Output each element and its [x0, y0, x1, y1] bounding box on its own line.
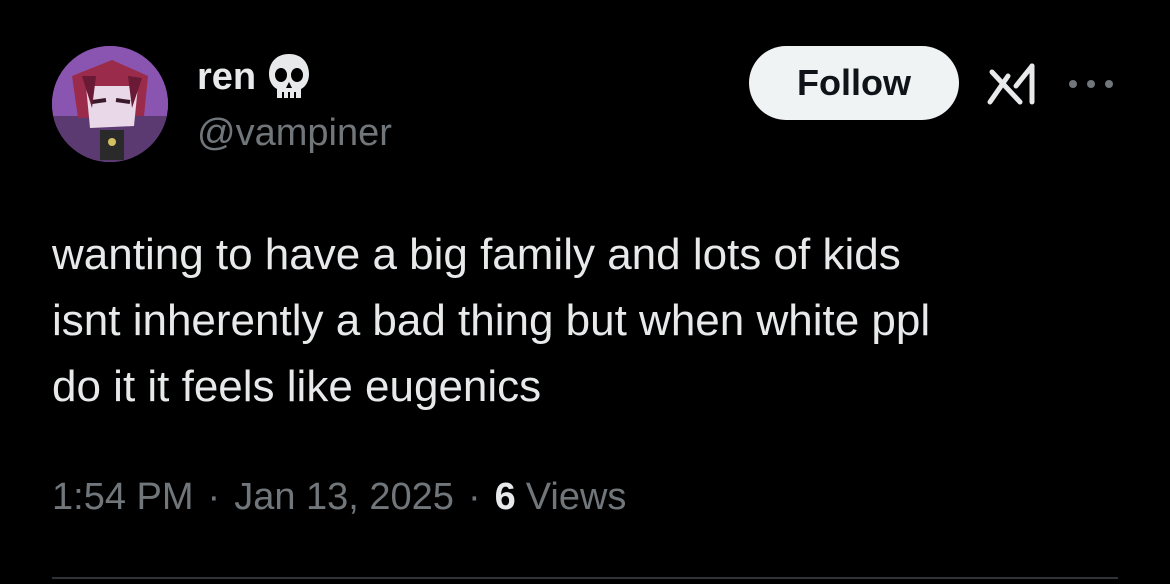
user-handle[interactable]: @vampiner — [197, 114, 392, 152]
grok-icon[interactable] — [986, 62, 1042, 106]
display-name[interactable]: ren — [197, 58, 256, 96]
skull-icon — [269, 54, 310, 98]
tweet-time[interactable]: 1:54 PM — [52, 478, 194, 516]
avatar[interactable] — [52, 46, 168, 162]
views-label: Views — [525, 476, 627, 518]
meta-separator: · — [207, 476, 221, 518]
views-count: 6 — [494, 476, 516, 518]
more-icon[interactable] — [1066, 74, 1116, 94]
tweet-card: ren @vampiner Follow wanting to have a b… — [0, 0, 1170, 584]
avatar-icon — [52, 46, 168, 162]
meta-separator: · — [467, 476, 481, 518]
display-name-row: ren — [197, 52, 312, 102]
tweet-meta: 1:54 PM · Jan 13, 2025 · 6 Views — [52, 478, 626, 516]
divider — [52, 577, 1118, 579]
tweet-date[interactable]: Jan 13, 2025 — [234, 478, 454, 516]
tweet-text: wanting to have a big family and lots of… — [52, 230, 931, 411]
follow-button[interactable]: Follow — [749, 46, 959, 120]
